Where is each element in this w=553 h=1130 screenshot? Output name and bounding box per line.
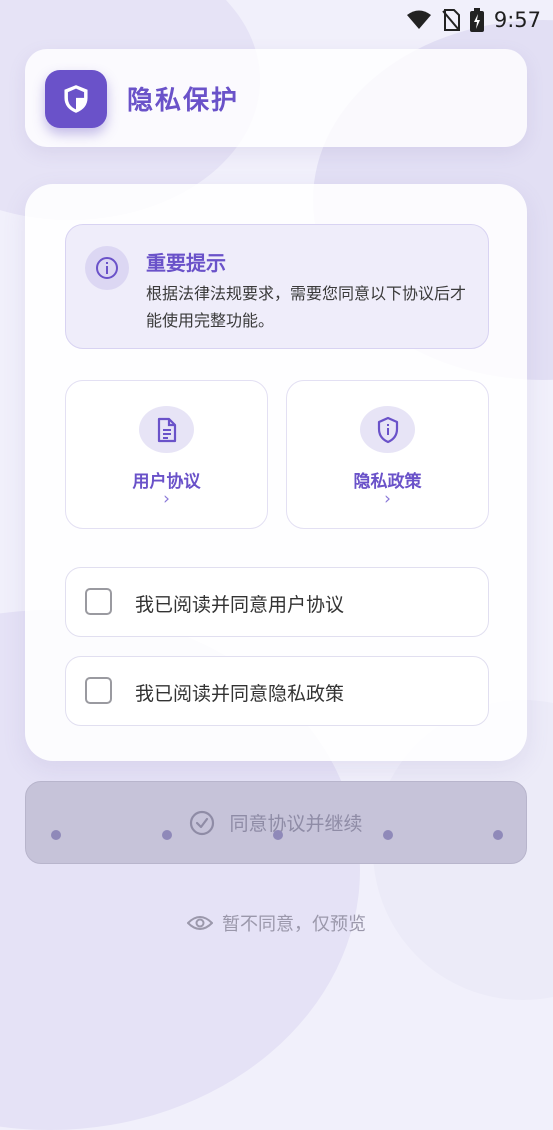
notice-title: 重要提示 bbox=[146, 251, 226, 275]
header-icon-badge bbox=[45, 70, 107, 128]
info-icon-badge bbox=[85, 246, 129, 290]
decorative-dot bbox=[383, 830, 393, 840]
user-agreement-card[interactable]: 用户协议 › bbox=[65, 380, 268, 529]
notice-text: 根据法律法规要求，需要您同意以下协议后才能使用完整功能。 bbox=[146, 284, 467, 330]
skip-preview-link[interactable]: 暂不同意，仅预览 bbox=[0, 910, 553, 936]
chevron-right-icon: › bbox=[163, 489, 170, 509]
battery-charging-icon bbox=[469, 8, 484, 32]
agree-privacy-policy-label: 我已阅读并同意隐私政策 bbox=[135, 683, 345, 705]
shield-icon bbox=[64, 85, 88, 113]
status-bar: 9:57 bbox=[0, 0, 553, 38]
agreement-card: 重要提示 根据法律法规要求，需要您同意以下协议后才能使用完整功能。 用户协议 ›… bbox=[25, 184, 527, 761]
privacy-policy-card[interactable]: 隐私政策 › bbox=[286, 380, 489, 529]
header-card: 隐私保护 bbox=[25, 49, 527, 147]
decorative-dot bbox=[493, 830, 503, 840]
skip-preview-label: 暂不同意，仅预览 bbox=[222, 914, 366, 935]
decorative-dot bbox=[51, 830, 61, 840]
status-time: 9:57 bbox=[493, 8, 541, 32]
agree-user-agreement-row[interactable]: 我已阅读并同意用户协议 bbox=[65, 567, 489, 637]
shield-info-icon bbox=[377, 416, 398, 443]
no-sim-icon bbox=[442, 9, 460, 31]
user-agreement-checkbox[interactable] bbox=[85, 588, 112, 615]
document-icon bbox=[157, 417, 176, 442]
continue-button[interactable]: 同意协议并继续 bbox=[25, 781, 527, 864]
chevron-right-icon: › bbox=[384, 489, 391, 509]
decorative-dot bbox=[162, 830, 172, 840]
decorative-dot bbox=[273, 830, 283, 840]
document-icon-badge bbox=[139, 406, 194, 453]
agree-user-agreement-label: 我已阅读并同意用户协议 bbox=[135, 594, 345, 616]
check-circle-icon bbox=[190, 810, 215, 835]
continue-button-label: 同意协议并继续 bbox=[229, 813, 363, 835]
eye-icon bbox=[187, 916, 213, 930]
important-notice: 重要提示 根据法律法规要求，需要您同意以下协议后才能使用完整功能。 bbox=[65, 224, 489, 349]
info-icon bbox=[96, 257, 118, 279]
wifi-icon bbox=[406, 10, 431, 29]
privacy-policy-checkbox[interactable] bbox=[85, 677, 112, 704]
page-title: 隐私保护 bbox=[127, 86, 240, 116]
agree-privacy-policy-row[interactable]: 我已阅读并同意隐私政策 bbox=[65, 656, 489, 726]
shield-info-icon-badge bbox=[360, 406, 415, 453]
